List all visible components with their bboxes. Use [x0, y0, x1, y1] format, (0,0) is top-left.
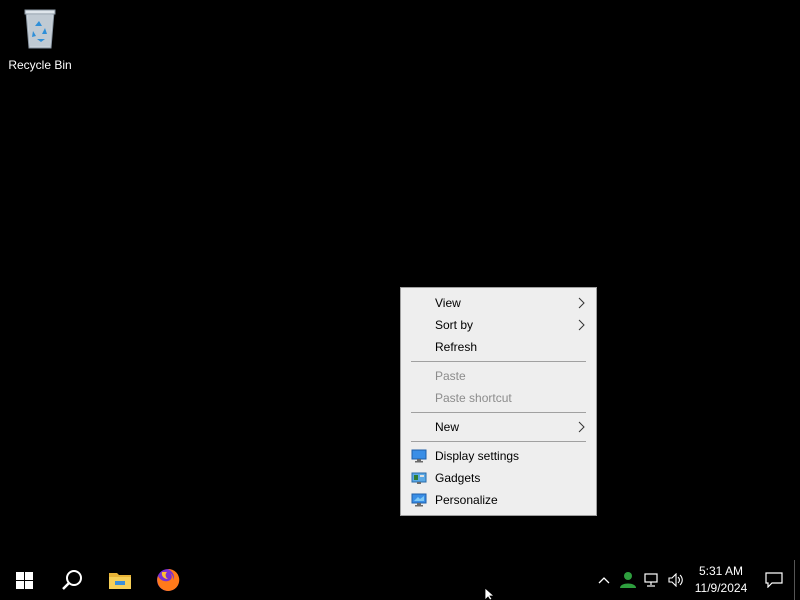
network-tray[interactable]: [640, 560, 664, 600]
start-button[interactable]: [0, 560, 48, 600]
menu-item-label: Sort by: [435, 318, 474, 332]
menu-item-label: Paste shortcut: [435, 391, 512, 405]
search-button[interactable]: [48, 560, 96, 600]
user-status-tray[interactable]: [616, 560, 640, 600]
volume-tray[interactable]: [664, 560, 688, 600]
search-icon: [62, 570, 82, 590]
show-desktop-button[interactable]: [794, 560, 800, 600]
menu-separator: [411, 441, 586, 442]
chevron-up-icon: [598, 577, 610, 584]
recycle-bin-icon: [24, 9, 56, 49]
clock[interactable]: 5:31 AM 11/9/2024: [688, 560, 754, 600]
desktop-context-menu: View Sort by Refresh Paste Paste shortcu…: [400, 287, 597, 516]
menu-item-label: Refresh: [435, 340, 478, 354]
action-center-button[interactable]: [754, 560, 794, 600]
notification-icon: [765, 572, 783, 588]
menu-item-sort-by[interactable]: Sort by: [401, 314, 596, 336]
menu-item-gadgets[interactable]: Gadgets: [401, 467, 596, 489]
show-hidden-icons-button[interactable]: [592, 560, 616, 600]
menu-item-personalize[interactable]: Personalize: [401, 489, 596, 511]
menu-item-paste: Paste: [401, 365, 596, 387]
system-tray: 5:31 AM 11/9/2024: [592, 560, 800, 600]
clock-time: 5:31 AM: [698, 564, 744, 578]
start-icon: [15, 571, 33, 589]
menu-item-label: New: [435, 420, 460, 434]
file-explorer-button[interactable]: [96, 560, 144, 600]
menu-item-label: Personalize: [435, 493, 498, 507]
gadgets-icon: [411, 472, 427, 484]
firefox-button[interactable]: [144, 560, 192, 600]
clock-date: 11/9/2024: [694, 581, 748, 595]
menu-item-new[interactable]: New: [401, 416, 596, 438]
volume-icon: [668, 573, 683, 587]
menu-separator: [411, 412, 586, 413]
menu-item-label: View: [435, 296, 461, 310]
menu-item-paste-shortcut: Paste shortcut: [401, 387, 596, 409]
menu-item-label: Paste: [435, 369, 466, 383]
menu-item-label: Display settings: [435, 449, 520, 463]
menu-item-display-settings[interactable]: Display settings: [401, 445, 596, 467]
network-icon: [644, 573, 658, 587]
chevron-right-icon: [578, 319, 585, 331]
display-settings-icon: [411, 449, 427, 463]
recycle-bin-label: Recycle Bin: [8, 58, 72, 72]
mouse-cursor-icon: [484, 587, 496, 600]
file-explorer-icon: [109, 573, 131, 589]
personalize-icon: [411, 493, 427, 507]
menu-item-view[interactable]: View: [401, 292, 596, 314]
menu-item-refresh[interactable]: Refresh: [401, 336, 596, 358]
taskbar: 5:31 AM 11/9/2024: [0, 560, 800, 600]
menu-item-label: Gadgets: [435, 471, 481, 485]
menu-separator: [411, 361, 586, 362]
firefox-icon: [157, 568, 180, 591]
chevron-right-icon: [578, 421, 585, 433]
user-status-icon: [620, 572, 636, 588]
chevron-right-icon: [578, 297, 585, 309]
recycle-bin-shortcut[interactable]: Recycle Bin: [4, 4, 76, 76]
